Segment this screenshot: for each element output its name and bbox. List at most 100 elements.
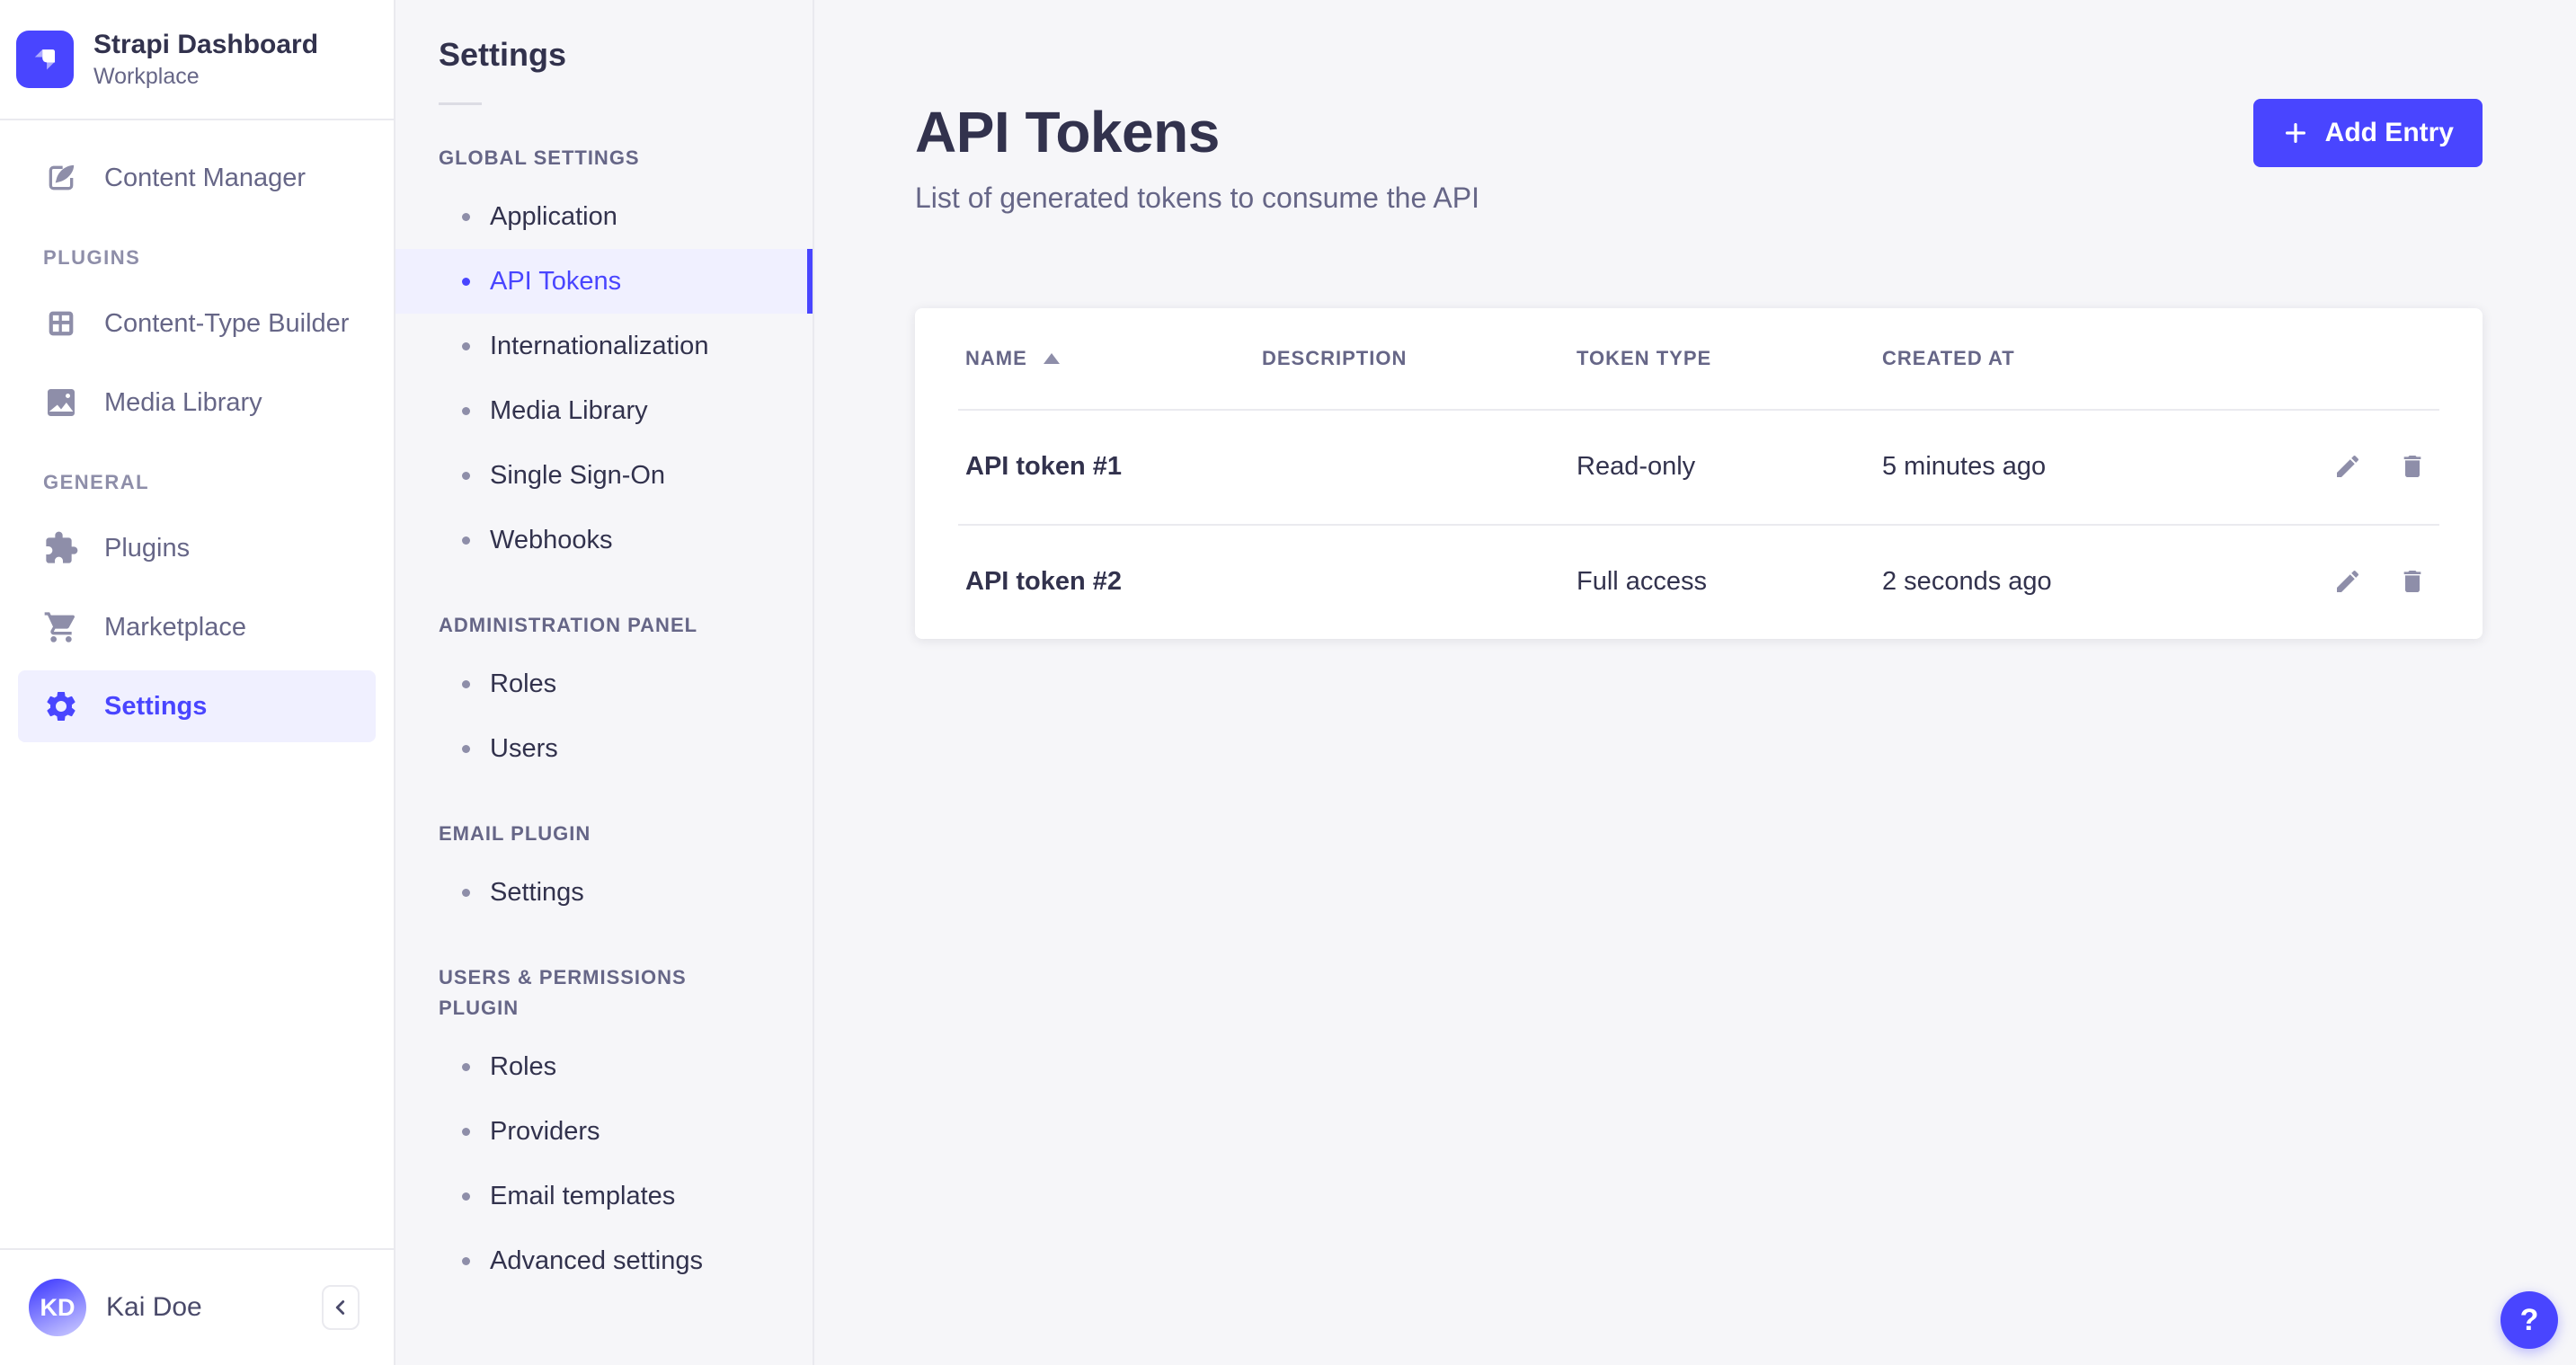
puzzle-icon [43,530,79,566]
column-header-name[interactable]: NAME [965,347,1262,370]
bullet-icon [462,680,470,688]
settings-section-email-plugin: EMAIL PLUGIN [395,819,813,849]
column-header-created-at: CREATED AT [1882,347,2279,370]
sidebar-item-content-type-builder[interactable]: Content-Type Builder [18,288,376,359]
settings-item-label: Internationalization [490,332,708,361]
sidebar-item-label: Plugins [104,534,190,563]
delete-token-button[interactable] [2393,447,2432,486]
workspace-brand[interactable]: Strapi Dashboard Workplace [0,0,394,119]
settings-item-label: Media Library [490,396,648,426]
column-header-name-label: NAME [965,347,1027,370]
settings-item-up-roles[interactable]: Roles [395,1034,813,1099]
page-header: API Tokens List of generated tokens to c… [915,99,2483,215]
sidebar-item-plugins[interactable]: Plugins [18,512,376,584]
token-created-cell: 2 seconds ago [1882,567,2279,597]
page-subtitle: List of generated tokens to consume the … [915,182,1479,215]
question-mark-icon: ? [2520,1303,2539,1338]
bullet-icon [462,1192,470,1201]
bullet-icon [462,342,470,350]
settings-item-webhooks[interactable]: Webhooks [395,508,813,572]
table-header-row: NAME DESCRIPTION TOKEN TYPE CREATED AT [915,308,2483,409]
content-type-builder-icon [43,306,79,341]
settings-item-label: Roles [490,669,556,699]
gear-icon [43,688,79,724]
settings-item-label: Advanced settings [490,1246,703,1276]
settings-nav-list: GLOBAL SETTINGS Application API Tokens I… [395,143,813,1293]
edit-token-button[interactable] [2328,562,2367,601]
settings-item-api-tokens[interactable]: API Tokens [395,249,813,314]
trash-icon [2398,452,2427,481]
settings-item-users[interactable]: Users [395,716,813,781]
settings-item-media-library[interactable]: Media Library [395,378,813,443]
delete-token-button[interactable] [2393,562,2432,601]
edit-token-button[interactable] [2328,447,2367,486]
settings-section-global: GLOBAL SETTINGS [395,143,813,173]
sidebar-item-media-library[interactable]: Media Library [18,367,376,439]
sidebar-item-label: Marketplace [104,613,246,643]
settings-section-users-permissions: USERS & PERMISSIONS PLUGIN [395,962,813,1024]
collapse-sidebar-button[interactable] [322,1285,360,1330]
column-header-description: DESCRIPTION [1262,347,1577,370]
row-actions [2279,447,2432,486]
sidebar-item-settings[interactable]: Settings [18,670,376,742]
sidebar-item-content-manager[interactable]: Content Manager [18,142,376,214]
bullet-icon [462,889,470,897]
workspace-subtitle: Workplace [93,64,318,90]
bullet-icon [462,1257,470,1265]
bullet-icon [462,1128,470,1136]
bullet-icon [462,745,470,753]
bullet-icon [462,407,470,415]
chevron-left-icon [329,1296,352,1319]
token-created-cell: 5 minutes ago [1882,452,2279,482]
settings-item-label: API Tokens [490,267,621,297]
strapi-admin-app: Strapi Dashboard Workplace Content Manag… [0,0,2576,1365]
add-entry-label: Add Entry [2325,118,2454,148]
cart-icon [43,609,79,645]
bullet-icon [462,213,470,221]
pencil-icon [2333,452,2362,481]
plus-icon [2282,120,2309,146]
divider [439,102,482,105]
settings-item-label: Application [490,202,617,232]
sidebar-item-label: Settings [104,692,207,722]
bullet-icon [462,278,470,286]
token-type-cell: Full access [1577,567,1882,597]
row-actions [2279,562,2432,601]
page-header-text: API Tokens List of generated tokens to c… [915,99,1479,215]
bullet-icon [462,472,470,480]
main-content: API Tokens List of generated tokens to c… [814,0,2576,1365]
settings-item-label: Settings [490,878,584,908]
settings-item-email-settings[interactable]: Settings [395,860,813,925]
add-entry-button[interactable]: Add Entry [2253,99,2483,167]
settings-section-admin-panel: ADMINISTRATION PANEL [395,610,813,641]
avatar[interactable]: KD [29,1279,86,1336]
pencil-icon [2333,567,2362,596]
table-row[interactable]: API token #2 Full access 2 seconds ago [915,524,2483,639]
settings-nav-title: Settings [395,36,813,74]
settings-item-label: Providers [490,1117,600,1147]
settings-item-roles[interactable]: Roles [395,651,813,716]
media-library-icon [43,385,79,421]
bullet-icon [462,1063,470,1071]
settings-item-application[interactable]: Application [395,184,813,249]
settings-item-label: Webhooks [490,526,613,555]
settings-item-internationalization[interactable]: Internationalization [395,314,813,378]
column-header-token-type: TOKEN TYPE [1577,347,1882,370]
help-button[interactable]: ? [2500,1291,2558,1349]
settings-item-advanced-settings[interactable]: Advanced settings [395,1228,813,1293]
settings-item-label: Email templates [490,1182,675,1211]
settings-item-single-sign-on[interactable]: Single Sign-On [395,443,813,508]
sidebar-item-label: Media Library [104,388,262,418]
page-title: API Tokens [915,99,1479,165]
settings-item-providers[interactable]: Providers [395,1099,813,1164]
token-type-cell: Read-only [1577,452,1882,482]
sidebar-section-plugins: PLUGINS [18,246,376,270]
trash-icon [2398,567,2427,596]
sidebar-item-marketplace[interactable]: Marketplace [18,591,376,663]
workspace-title: Strapi Dashboard [93,30,318,60]
api-tokens-table-card: NAME DESCRIPTION TOKEN TYPE CREATED AT A… [915,308,2483,639]
settings-item-email-templates[interactable]: Email templates [395,1164,813,1228]
settings-item-label: Single Sign-On [490,461,665,491]
table-row[interactable]: API token #1 Read-only 5 minutes ago [915,409,2483,524]
bullet-icon [462,536,470,545]
